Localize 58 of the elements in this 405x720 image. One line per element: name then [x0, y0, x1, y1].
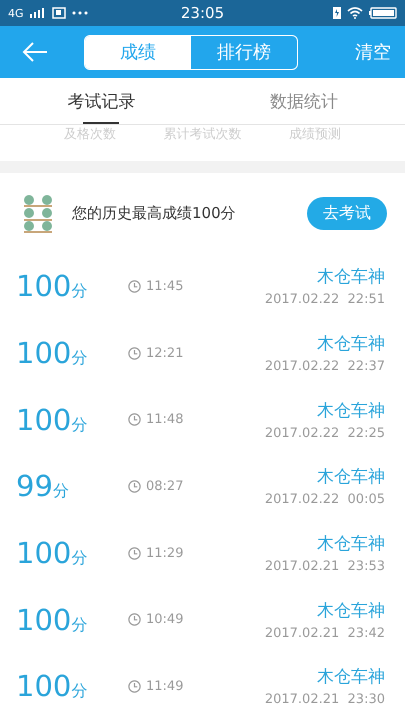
record-datetime: 2017.02.22 22:51: [264, 292, 385, 308]
score-value: 100: [16, 602, 72, 637]
user-name: 木仓车神: [317, 400, 385, 422]
clock-icon: [128, 413, 141, 426]
duration-text: 11:45: [146, 278, 184, 294]
score-unit: 分: [71, 414, 88, 436]
clock-icon: [128, 680, 141, 693]
clock-icon: [128, 346, 141, 360]
clock-icon: [128, 613, 141, 626]
score-value: 100: [16, 536, 72, 570]
clear-button[interactable]: 清空: [355, 40, 391, 64]
score-unit: 分: [71, 614, 88, 636]
take-exam-button[interactable]: 去考试: [307, 196, 387, 230]
score-unit: 分: [71, 348, 88, 370]
tab[interactable]: 考试记录: [0, 78, 202, 124]
signal-icon: [30, 8, 46, 18]
notification-icon: [52, 7, 66, 19]
wifi-icon: [347, 7, 364, 19]
network-label: 4G: [8, 6, 24, 20]
user-name: 木仓车神: [317, 266, 385, 288]
back-icon[interactable]: [22, 42, 48, 62]
battery-icon: [369, 7, 398, 19]
more-icon: [72, 11, 88, 15]
user-name: 木仓车神: [317, 533, 385, 556]
score-value: 100: [16, 669, 72, 704]
score-value: 100: [16, 402, 72, 437]
score-value: 100: [16, 336, 72, 370]
duration-text: 08:27: [146, 478, 184, 494]
duration-text: 12:21: [146, 346, 184, 361]
charging-icon: [333, 7, 342, 19]
record-datetime: 2017.02.21 23:53: [264, 559, 385, 574]
clock-icon: [128, 546, 141, 560]
segment-tab[interactable]: 成绩: [85, 36, 191, 68]
segment-tab[interactable]: 排行榜: [191, 36, 297, 68]
user-name: 木仓车神: [317, 333, 385, 356]
user-name: 木仓车神: [317, 600, 385, 622]
score-unit: 分: [52, 481, 69, 502]
score-value: 99: [16, 469, 53, 504]
score-unit: 分: [71, 281, 88, 302]
record-datetime: 2017.02.22 22:25: [264, 426, 385, 441]
duration-text: 10:49: [146, 612, 184, 628]
clock-icon: [128, 480, 141, 493]
duration-text: 11:48: [146, 412, 184, 428]
user-name: 木仓车神: [317, 466, 385, 488]
clock-icon: [128, 280, 141, 293]
clock: 23:05: [180, 4, 226, 22]
record-datetime: 2017.02.22 00:05: [264, 492, 385, 508]
user-name: 木仓车神: [317, 666, 385, 688]
record-datetime: 2017.02.22 22:37: [264, 359, 385, 374]
tab[interactable]: 数据统计: [202, 78, 405, 124]
score-unit: 分: [71, 681, 88, 702]
best-score-text: 您的历史最高成绩100分: [72, 204, 237, 222]
record-datetime: 2017.02.21 23:30: [264, 692, 385, 708]
score-value: 100: [16, 269, 72, 304]
duration-text: 11:29: [146, 546, 184, 561]
record-datetime: 2017.02.21 23:42: [264, 626, 385, 641]
duration-text: 11:49: [146, 678, 184, 694]
score-unit: 分: [71, 548, 88, 570]
